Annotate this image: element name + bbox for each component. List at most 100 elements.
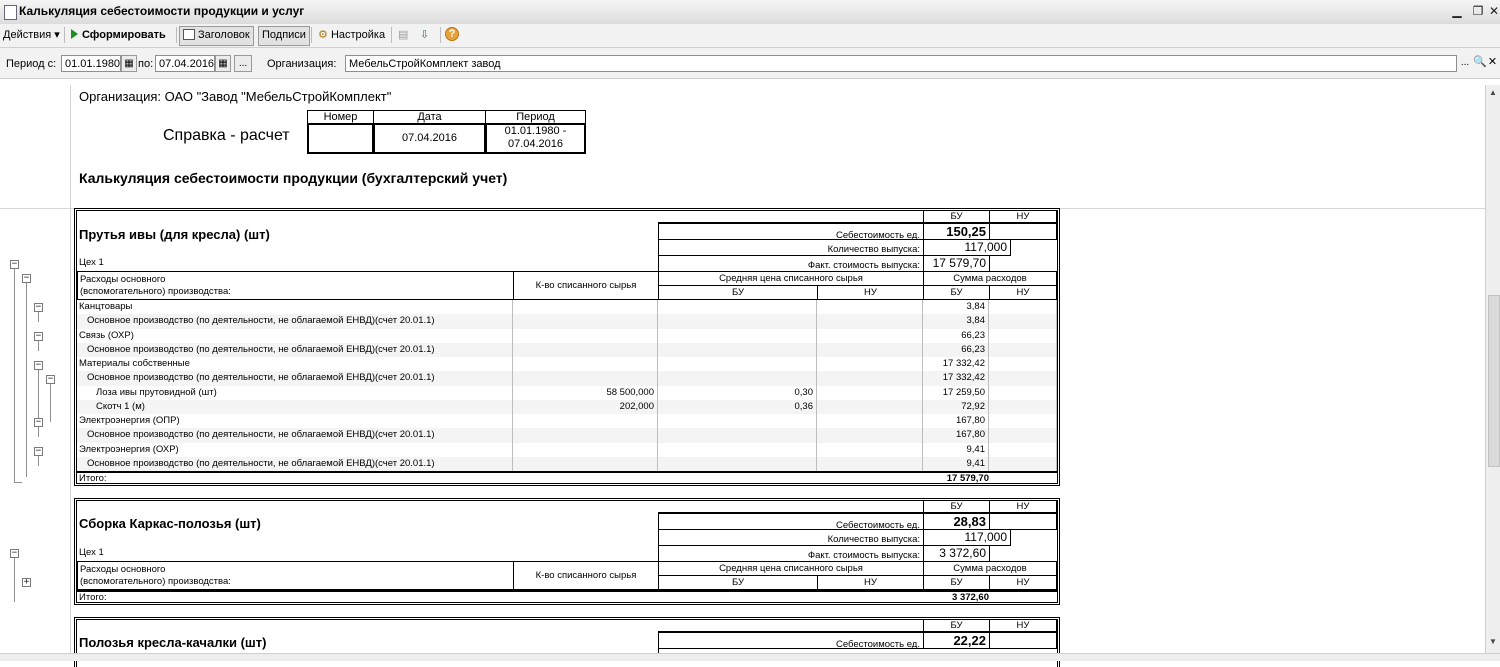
collapse-group-toggle[interactable]: −	[34, 303, 43, 312]
signatures-toggle-button[interactable]: Подписи	[258, 26, 310, 46]
actions-label: Действия	[3, 29, 52, 41]
row-name: Основное производство (по деятельности, …	[77, 314, 513, 329]
vertical-scrollbar[interactable]: ▲ ▼	[1485, 85, 1500, 653]
help-icon[interactable]: ?	[445, 27, 459, 41]
row-price-bu	[658, 342, 817, 357]
row-price-nu	[817, 371, 923, 386]
table-row: Лоза ивы прутовидной (шт) 58 500,000 0,30 1…	[77, 385, 1057, 400]
row-sum-bu: 167,80	[923, 428, 989, 443]
unit-cost-label: Себестоимость ед.	[658, 631, 924, 649]
avg-price-header: Средняя цена списанного сырья	[658, 561, 924, 576]
organization-select-button[interactable]: ...	[1458, 55, 1472, 72]
row-name: Материалы собственные	[77, 357, 513, 372]
row-price-bu	[658, 428, 817, 443]
row-price-nu	[817, 357, 923, 372]
row-name: Связь (ОХР)	[77, 328, 513, 343]
unit-cost-label: Себестоимость ед.	[658, 222, 924, 240]
row-name: Лоза ивы прутовидной (шт)	[77, 385, 513, 400]
calendar-to-icon[interactable]: ▦	[215, 55, 231, 72]
organization-input[interactable]: МебельСтройКомплект завод	[345, 55, 1457, 72]
row-sum-nu	[989, 314, 1057, 329]
expand-group-toggle[interactable]: +	[22, 578, 31, 587]
table-row: Материалы собственные 17 332,42	[77, 357, 1057, 372]
collapse-group-toggle[interactable]: −	[34, 447, 43, 456]
scroll-up-icon[interactable]: ▲	[1489, 88, 1497, 97]
output-qty-value: 117,000	[923, 239, 1011, 256]
collapse-group-toggle[interactable]: −	[22, 274, 31, 283]
minimize-icon[interactable]: ▁	[1449, 4, 1465, 18]
workshop-label: Цех 1	[79, 547, 104, 558]
document-title: Справка - расчет	[163, 127, 290, 144]
header-toggle-button[interactable]: Заголовок	[179, 26, 254, 46]
collapse-group-toggle[interactable]: −	[34, 418, 43, 427]
fact-cost-value: 3 372,60	[923, 545, 990, 562]
table-row: Скотч 1 (м) 202,000 0,36 72,92	[77, 399, 1057, 414]
organization-label: Организация:	[267, 58, 337, 70]
period-from-label: Период с:	[6, 58, 57, 70]
close-icon[interactable]: ✕	[1486, 4, 1500, 18]
collapse-group-toggle[interactable]: −	[10, 260, 19, 269]
row-price-bu	[658, 357, 817, 372]
expenses-header-line1: Расходы основного	[80, 564, 166, 575]
fact-cost-label: Факт. стоимость выпуска:	[658, 255, 924, 272]
collapse-group-toggle[interactable]: −	[46, 375, 55, 384]
collapse-group-toggle[interactable]: −	[34, 332, 43, 341]
restore-settings-icon[interactable]: ⇩	[417, 26, 432, 44]
row-price-nu	[817, 399, 923, 414]
row-sum-bu: 9,41	[923, 442, 989, 457]
organization-line: Организация: ОАО "Завод "МебельСтройКомп…	[79, 89, 392, 104]
row-sum-bu: 72,92	[923, 399, 989, 414]
row-price-bu	[658, 314, 817, 329]
row-sum-nu	[989, 456, 1057, 471]
unit-cost-label: Себестоимость ед.	[658, 512, 924, 530]
actions-menu-button[interactable]: Действия ▾	[0, 26, 63, 44]
avg-price-nu-header: НУ	[817, 575, 924, 590]
row-sum-nu	[989, 442, 1057, 457]
period-select-button[interactable]: ...	[234, 55, 252, 72]
total-row: Итого: 17 579,70	[77, 471, 1057, 484]
expenses-header: Расходы основного (вспомогательного) про…	[77, 271, 514, 300]
total-label: Итого:	[79, 473, 107, 484]
row-sum-nu	[989, 342, 1057, 357]
total-value: 17 579,70	[946, 473, 989, 484]
row-price-nu	[817, 328, 923, 343]
row-name: Основное производство (по деятельности, …	[77, 428, 513, 443]
sum-expenses-header: Сумма расходов	[923, 561, 1057, 576]
scrollbar-thumb[interactable]	[1488, 295, 1500, 467]
collapse-group-toggle[interactable]: −	[10, 549, 19, 558]
toolbar-separator	[440, 27, 441, 43]
row-qty	[513, 314, 658, 329]
doc-number-value	[307, 123, 374, 154]
row-sum-nu	[989, 328, 1057, 343]
output-qty-label: Количество выпуска:	[658, 529, 924, 546]
organization-clear-icon[interactable]: ✕	[1486, 55, 1499, 72]
row-name: Электроэнергия (ОПР)	[77, 414, 513, 429]
period-from-input[interactable]: 01.01.1980	[61, 55, 121, 72]
restore-icon[interactable]: ❐	[1470, 4, 1486, 18]
avg-price-bu-header: БУ	[658, 575, 818, 590]
period-to-input[interactable]: 07.04.2016	[155, 55, 215, 72]
row-price-bu	[658, 456, 817, 471]
scroll-down-icon[interactable]: ▼	[1489, 637, 1497, 646]
row-price-nu	[817, 428, 923, 443]
settings-button[interactable]: ⚙ Настройка	[315, 26, 388, 44]
sum-nu-header: НУ	[989, 285, 1057, 300]
avg-price-nu-header: НУ	[817, 285, 924, 300]
row-sum-bu: 3,84	[923, 300, 989, 315]
row-sum-bu: 17 332,42	[923, 357, 989, 372]
row-qty	[513, 414, 658, 429]
form-report-button[interactable]: Сформировать	[68, 26, 169, 44]
organization-search-icon[interactable]: 🔍	[1473, 55, 1487, 72]
doc-date-value: 07.04.2016	[373, 123, 486, 154]
toolbar-separator	[64, 27, 65, 43]
row-sum-nu	[989, 371, 1057, 386]
row-sum-nu	[989, 357, 1057, 372]
row-price-bu: 0,36	[658, 399, 817, 414]
collapse-group-toggle[interactable]: −	[34, 361, 43, 370]
row-price-bu	[658, 442, 817, 457]
row-sum-bu: 3,84	[923, 314, 989, 329]
save-settings-icon[interactable]: ▤	[395, 26, 411, 44]
calendar-from-icon[interactable]: ▦	[121, 55, 137, 72]
row-sum-bu: 17 332,42	[923, 371, 989, 386]
toolbar-separator	[176, 27, 177, 43]
